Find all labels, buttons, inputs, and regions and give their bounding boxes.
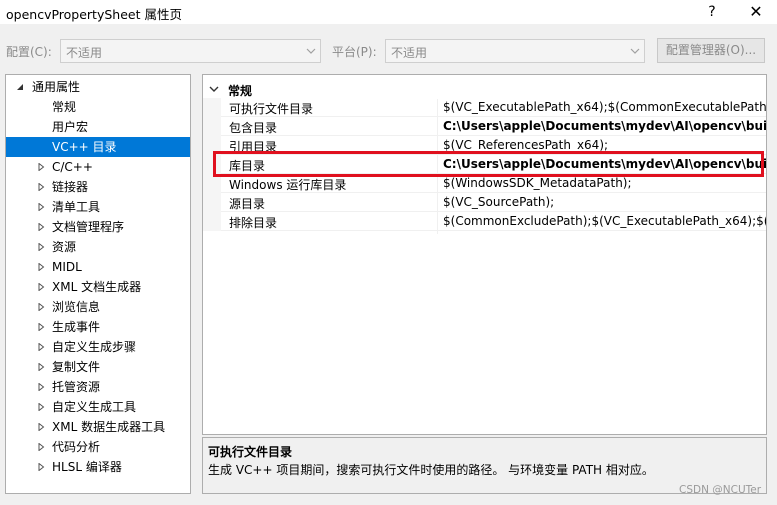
row-gutter [203, 98, 221, 117]
property-value[interactable]: $(VC_SourcePath); [443, 195, 554, 209]
tree-item[interactable]: 常规 [6, 97, 190, 117]
help-button[interactable]: ? [700, 0, 724, 24]
tree-item-label: XML 数据生成器工具 [52, 420, 166, 434]
tree-item-label: 链接器 [52, 180, 89, 194]
collapsed-triangle-icon[interactable] [37, 463, 45, 471]
tree-item[interactable]: 生成事件 [6, 317, 190, 337]
tree-item-label: 常规 [52, 100, 77, 114]
config-dropdown[interactable]: 不适用 [60, 39, 321, 63]
collapsed-triangle-icon[interactable] [37, 183, 45, 191]
tree-item[interactable]: 资源 [6, 237, 190, 257]
property-name: 源目录 [229, 197, 266, 211]
tree-item-label: 复制文件 [52, 360, 101, 374]
row-gutter [203, 212, 221, 231]
property-row[interactable]: 源目录 $(VC_SourcePath); [203, 193, 766, 212]
close-button[interactable]: ✕ [742, 0, 770, 24]
property-row[interactable]: 排除目录 $(CommonExcludePath);$(VC_Executable… [203, 212, 766, 231]
platform-label: 平台(P): [332, 45, 377, 59]
category-header[interactable]: 常规 [203, 79, 766, 99]
tree-item[interactable]: VC++ 目录 [6, 137, 190, 157]
tree-item[interactable]: HLSL 编译器 [6, 457, 190, 477]
tree-item[interactable]: 代码分析 [6, 437, 190, 457]
tree-item-label: 资源 [52, 240, 77, 254]
collapsed-triangle-icon[interactable] [37, 203, 45, 211]
collapsed-triangle-icon[interactable] [37, 323, 45, 331]
property-value[interactable]: $(VC_ReferencesPath_x64); [443, 138, 608, 152]
collapsed-triangle-icon[interactable] [37, 163, 45, 171]
collapsed-triangle-icon[interactable] [37, 363, 45, 371]
collapsed-triangle-icon[interactable] [37, 403, 45, 411]
property-value[interactable]: C:\Users\apple\Documents\mydev\AI\opencv… [443, 119, 766, 133]
tree-item-label: VC++ 目录 [52, 140, 117, 154]
category-label: 常规 [228, 84, 253, 98]
row-gutter [203, 193, 221, 212]
property-row[interactable]: 包含目录 C:\Users\apple\Documents\mydev\AI\op… [203, 117, 766, 136]
tree-item[interactable]: 链接器 [6, 177, 190, 197]
tree-item[interactable]: 自定义生成工具 [6, 397, 190, 417]
watermark: CSDN @NCUTer [679, 484, 762, 496]
chevron-down-icon[interactable] [209, 84, 219, 94]
collapsed-triangle-icon[interactable] [37, 423, 45, 431]
property-value[interactable]: $(CommonExcludePath);$(VC_ExecutablePath… [443, 214, 766, 228]
collapsed-triangle-icon[interactable] [37, 263, 45, 271]
tree-item[interactable]: XML 文档生成器 [6, 277, 190, 297]
annotation-highlight-box [213, 151, 764, 177]
tree-item-label: 浏览信息 [52, 300, 101, 314]
tree-item-label: 自定义生成步骤 [52, 340, 137, 354]
chevron-down-icon [306, 48, 316, 54]
collapsed-triangle-icon[interactable] [37, 243, 45, 251]
window-title: opencvPropertySheet 属性页 [6, 7, 182, 22]
tree-item[interactable]: 清单工具 [6, 197, 190, 217]
collapsed-triangle-icon[interactable] [37, 443, 45, 451]
collapsed-triangle-icon[interactable] [37, 283, 45, 291]
description-text: 生成 VC++ 项目期间，搜索可执行文件时使用的路径。 与环境变量 PATH 相… [208, 463, 654, 477]
tree-item[interactable]: 通用属性 [6, 77, 190, 97]
config-manager-button[interactable]: 配置管理器(O)... [657, 38, 765, 63]
tree-item-label: XML 文档生成器 [52, 280, 142, 294]
config-label: 配置(C): [6, 45, 52, 59]
property-row[interactable]: 可执行文件目录 $(VC_ExecutablePath_x64);$(Common… [203, 98, 766, 117]
tree-item[interactable]: 用户宏 [6, 117, 190, 137]
collapsed-triangle-icon[interactable] [37, 303, 45, 311]
property-value[interactable]: $(VC_ExecutablePath_x64);$(CommonExecuta… [443, 100, 766, 114]
collapsed-triangle-icon[interactable] [37, 383, 45, 391]
collapsed-triangle-icon[interactable] [37, 223, 45, 231]
property-name: Windows 运行库目录 [229, 178, 347, 192]
platform-dropdown[interactable]: 不适用 [385, 39, 645, 63]
tree-item[interactable]: XML 数据生成器工具 [6, 417, 190, 437]
tree-item[interactable]: MIDL [6, 257, 190, 277]
row-gutter [203, 117, 221, 136]
tree-item[interactable]: 浏览信息 [6, 297, 190, 317]
tree-item-label: 用户宏 [52, 120, 89, 134]
title-bar: opencvPropertySheet 属性页 ? ✕ [0, 0, 777, 24]
platform-dropdown-value: 不适用 [391, 46, 428, 60]
property-grid[interactable]: 常规 可执行文件目录 $(VC_ExecutablePath_x64);$(Com… [202, 74, 767, 435]
tree-item-label: 自定义生成工具 [52, 400, 137, 414]
expanded-triangle-icon[interactable] [16, 83, 24, 91]
property-value[interactable]: $(WindowsSDK_MetadataPath); [443, 176, 632, 190]
tree-item-label: HLSL 编译器 [52, 460, 122, 474]
config-dropdown-value: 不适用 [66, 46, 103, 60]
tree-item-label: 生成事件 [52, 320, 101, 334]
tree-item[interactable]: 复制文件 [6, 357, 190, 377]
tree-item[interactable]: 文档管理程序 [6, 217, 190, 237]
property-name: 排除目录 [229, 216, 278, 230]
tree-item-label: 托管资源 [52, 380, 101, 394]
tree-item-label: 文档管理程序 [52, 220, 125, 234]
tree-item-label: 代码分析 [52, 440, 101, 454]
tree-item-label: 通用属性 [32, 80, 81, 94]
property-name: 可执行文件目录 [229, 102, 314, 116]
tree-item-label: 清单工具 [52, 200, 101, 214]
tree-item[interactable]: 托管资源 [6, 377, 190, 397]
tree-item[interactable]: C/C++ [6, 157, 190, 177]
tree-item-label: C/C++ [52, 160, 93, 174]
property-tree[interactable]: 通用属性常规用户宏 VC++ 目录 C/C++ 链接器清单工具文档管理程序 资源 MIDL… [5, 74, 191, 494]
tree-item[interactable]: 自定义生成步骤 [6, 337, 190, 357]
tree-item-label: MIDL [52, 260, 82, 274]
description-title: 可执行文件目录 [208, 445, 293, 459]
collapsed-triangle-icon[interactable] [37, 343, 45, 351]
property-name: 包含目录 [229, 121, 278, 135]
chevron-down-icon [630, 48, 640, 54]
